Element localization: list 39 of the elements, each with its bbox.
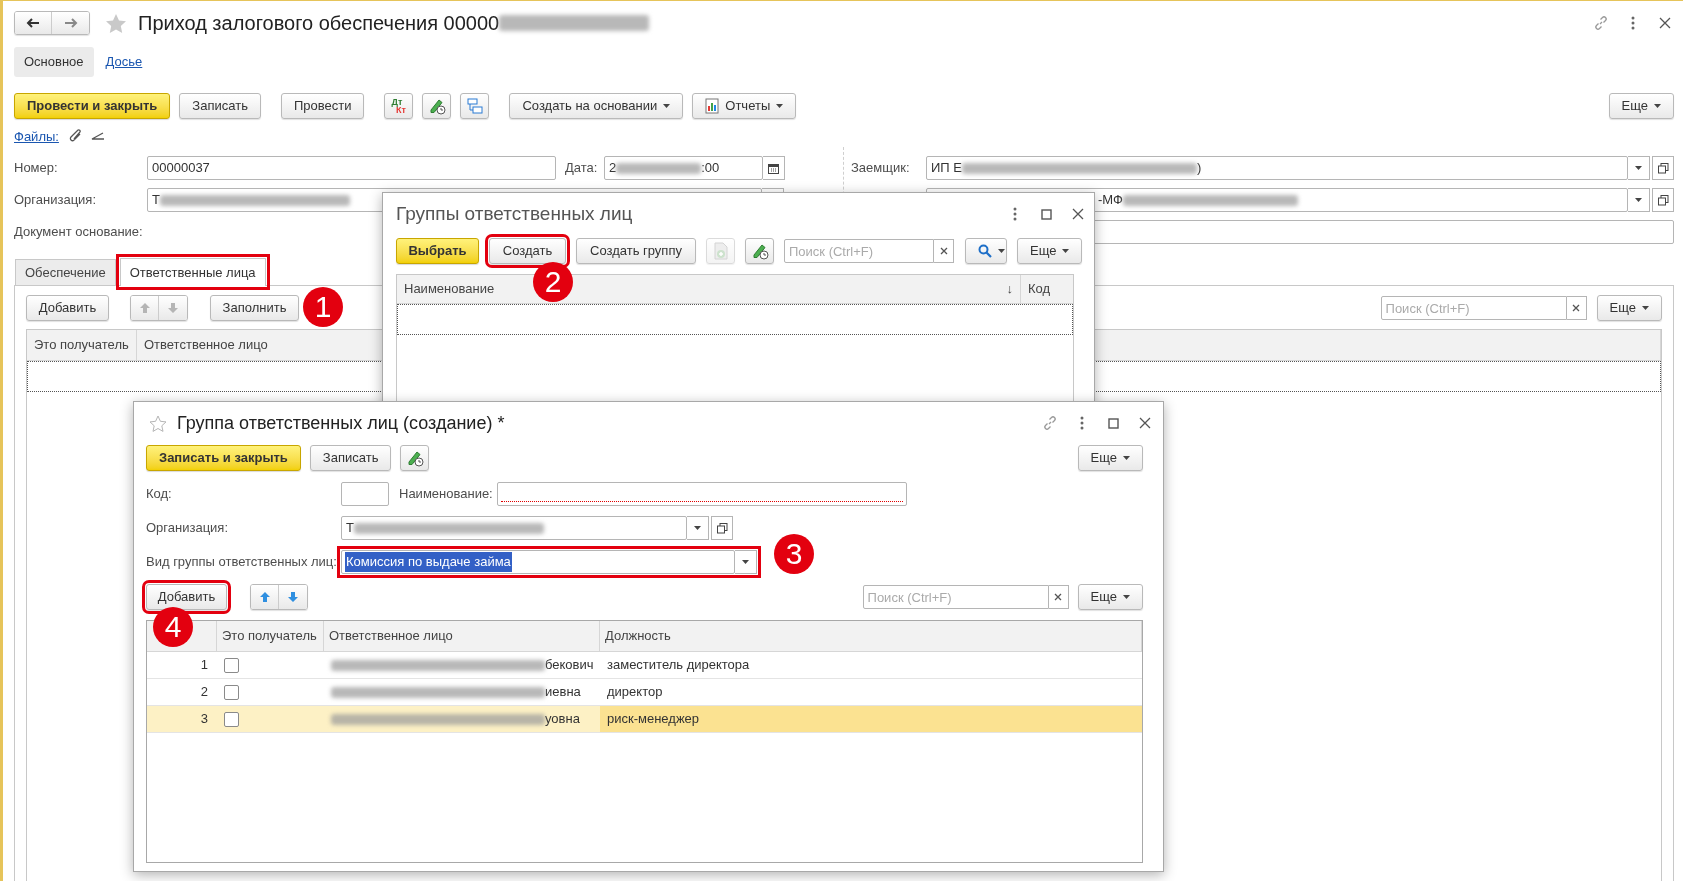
row-number: 2 [199,683,209,702]
debit-label: Дт [391,98,403,106]
field-value: ИП Е [931,159,962,178]
field-label: Наименование: [399,485,494,504]
field-value: 00000037 [152,159,210,178]
field-value: :00 [701,159,720,178]
column-header: Это получатель [27,330,137,360]
field-value: Т [152,191,160,210]
window-title: Приход залогового обеспечения 00000 [138,11,500,36]
column-header: Код [1027,280,1052,299]
table-cell-text: уовна [545,710,580,729]
column-header: Должность [600,621,1142,651]
field-label: Код: [146,485,173,504]
step-number-badge: 1 [303,287,343,327]
table-cell-text: иевна [545,683,581,702]
field-label: Организация: [146,519,230,538]
field-value: -МФ [1098,191,1123,210]
field-label: Заемщик: [851,159,911,178]
field-value: ) [1197,159,1202,178]
credit-label: Кт [395,106,406,114]
field-label: Дата: [565,159,599,178]
column-header: Это получатель [217,621,324,651]
dialog-title: Группа ответственных лиц (создание) * [177,411,505,435]
table-cell-text: заместитель директора [606,656,751,675]
table-cell: риск-менеджер [600,706,1142,732]
field-label: Организация: [14,191,98,210]
field-value: 2 [609,159,617,178]
table-cell-text: бекович [545,656,594,675]
field-label: Вид группы ответственных лиц: [146,553,338,572]
row-number: 3 [199,710,209,729]
column-header: Наименование [404,280,495,299]
sort-indicator: ↓ [1006,280,1013,299]
field-label: Документ основание: [14,223,144,242]
column-header: Ответственное лицо [324,621,600,651]
field-label: Номер: [14,159,59,178]
field-value: Комиссия по выдаче займа [345,552,512,572]
field-value: Т [346,519,354,538]
table-cell-text: директор [606,683,664,702]
row-number: 1 [199,656,209,675]
